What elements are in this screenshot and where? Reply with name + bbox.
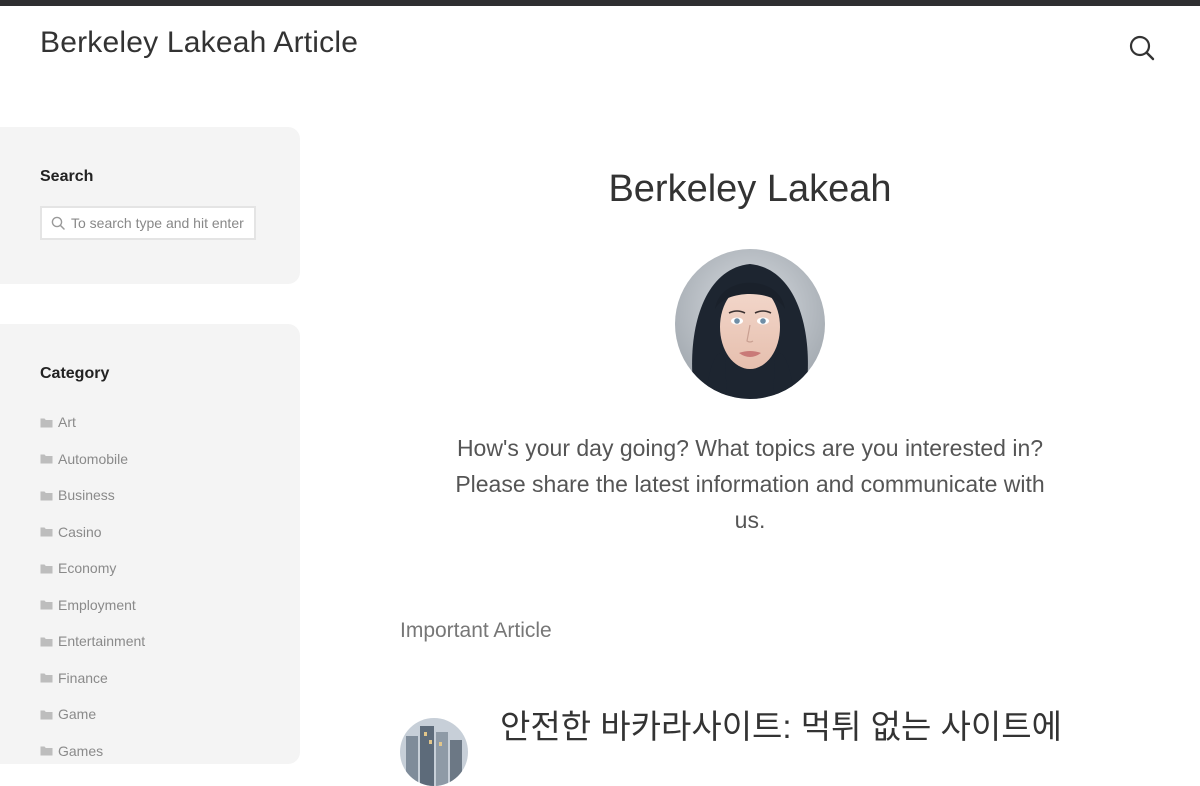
folder-icon (40, 526, 53, 537)
category-label: Casino (58, 523, 102, 540)
category-label: Finance (58, 669, 108, 686)
category-widget-title: Category (40, 365, 110, 382)
search-icon (51, 216, 65, 230)
folder-icon (40, 745, 53, 756)
search-input[interactable] (69, 214, 253, 232)
category-item[interactable]: Economy (40, 550, 145, 587)
category-widget: Category Art Automobile Business Casino … (0, 324, 300, 764)
category-item[interactable]: Finance (40, 660, 145, 697)
author-bio: How's your day going? What topics are yo… (455, 435, 1045, 533)
category-item[interactable]: Game (40, 696, 145, 733)
category-label: Employment (58, 596, 136, 613)
author-name: Berkeley Lakeah (608, 168, 892, 210)
category-list: Art Automobile Business Casino Economy E… (40, 404, 145, 769)
category-label: Game (58, 706, 97, 723)
folder-icon (40, 709, 53, 720)
category-label: Games (58, 742, 104, 759)
folder-icon (40, 563, 53, 574)
category-label: Economy (58, 560, 117, 577)
folder-icon (40, 636, 53, 647)
category-label: Automobile (58, 450, 129, 467)
important-article-heading: Important Article (400, 619, 552, 642)
author-avatar (675, 249, 825, 399)
search-icon (1129, 35, 1155, 61)
folder-icon (40, 453, 53, 464)
category-item[interactable]: Casino (40, 514, 145, 551)
site-title[interactable]: Berkeley Lakeah Article (40, 26, 358, 60)
folder-icon (40, 490, 53, 501)
search-widget: Search (0, 127, 300, 284)
folder-icon (40, 599, 53, 610)
category-item[interactable]: Entertainment (40, 623, 145, 660)
folder-icon (40, 672, 53, 683)
search-widget-title: Search (40, 168, 94, 185)
category-label: Entertainment (58, 633, 146, 650)
category-item[interactable]: Automobile (40, 441, 145, 478)
category-item[interactable]: Business (40, 477, 145, 514)
folder-icon (40, 417, 53, 428)
category-item[interactable]: Art (40, 404, 145, 441)
sidebar-search-box[interactable] (40, 206, 256, 240)
category-item[interactable]: Employment (40, 587, 145, 624)
header-search-button[interactable] (1126, 32, 1158, 64)
article-title[interactable]: 안전한 바카라사이트: 먹튀 없는 사이트에 (500, 700, 1140, 748)
category-label: Business (58, 487, 115, 504)
article-thumbnail[interactable] (400, 718, 468, 786)
site-header: Berkeley Lakeah Article (0, 6, 1200, 86)
category-item[interactable]: Games (40, 733, 145, 770)
category-label: Art (58, 414, 76, 431)
